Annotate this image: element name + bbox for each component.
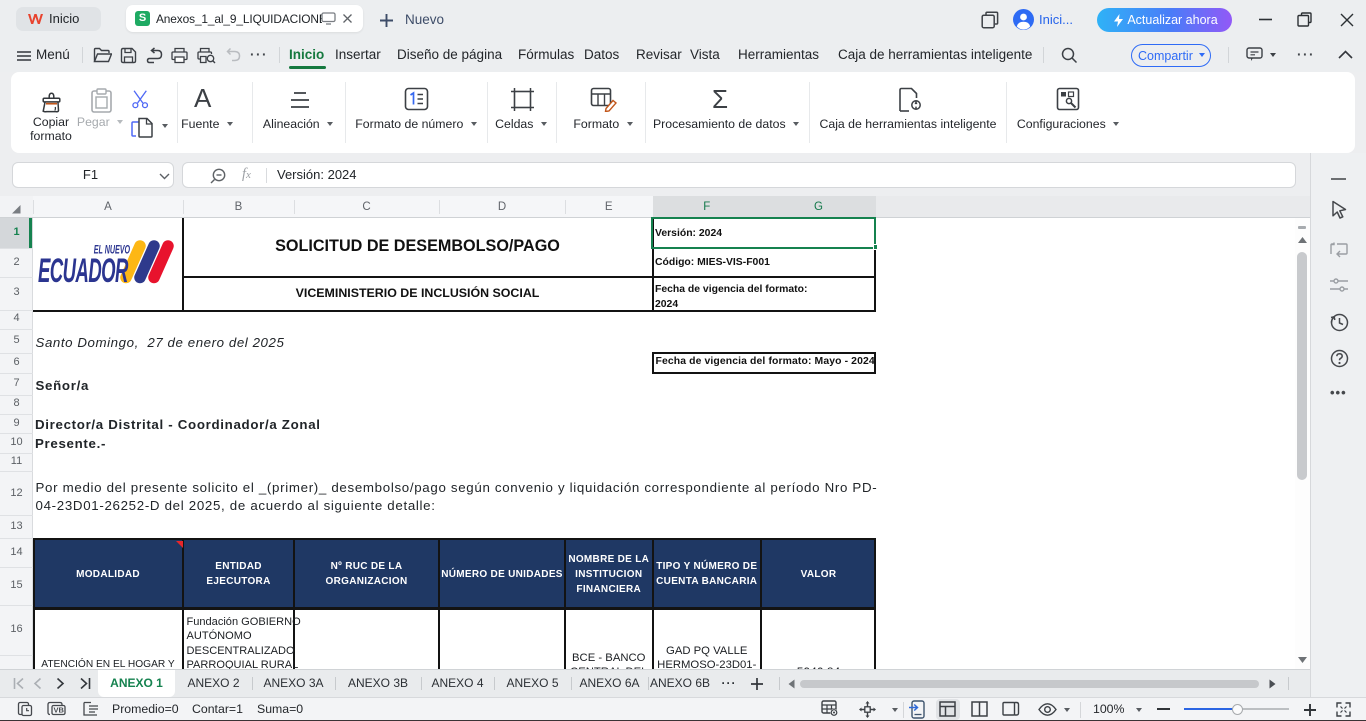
svg-text:VB: VB	[54, 705, 65, 714]
svg-text:ECUADOR: ECUADOR	[38, 251, 129, 289]
